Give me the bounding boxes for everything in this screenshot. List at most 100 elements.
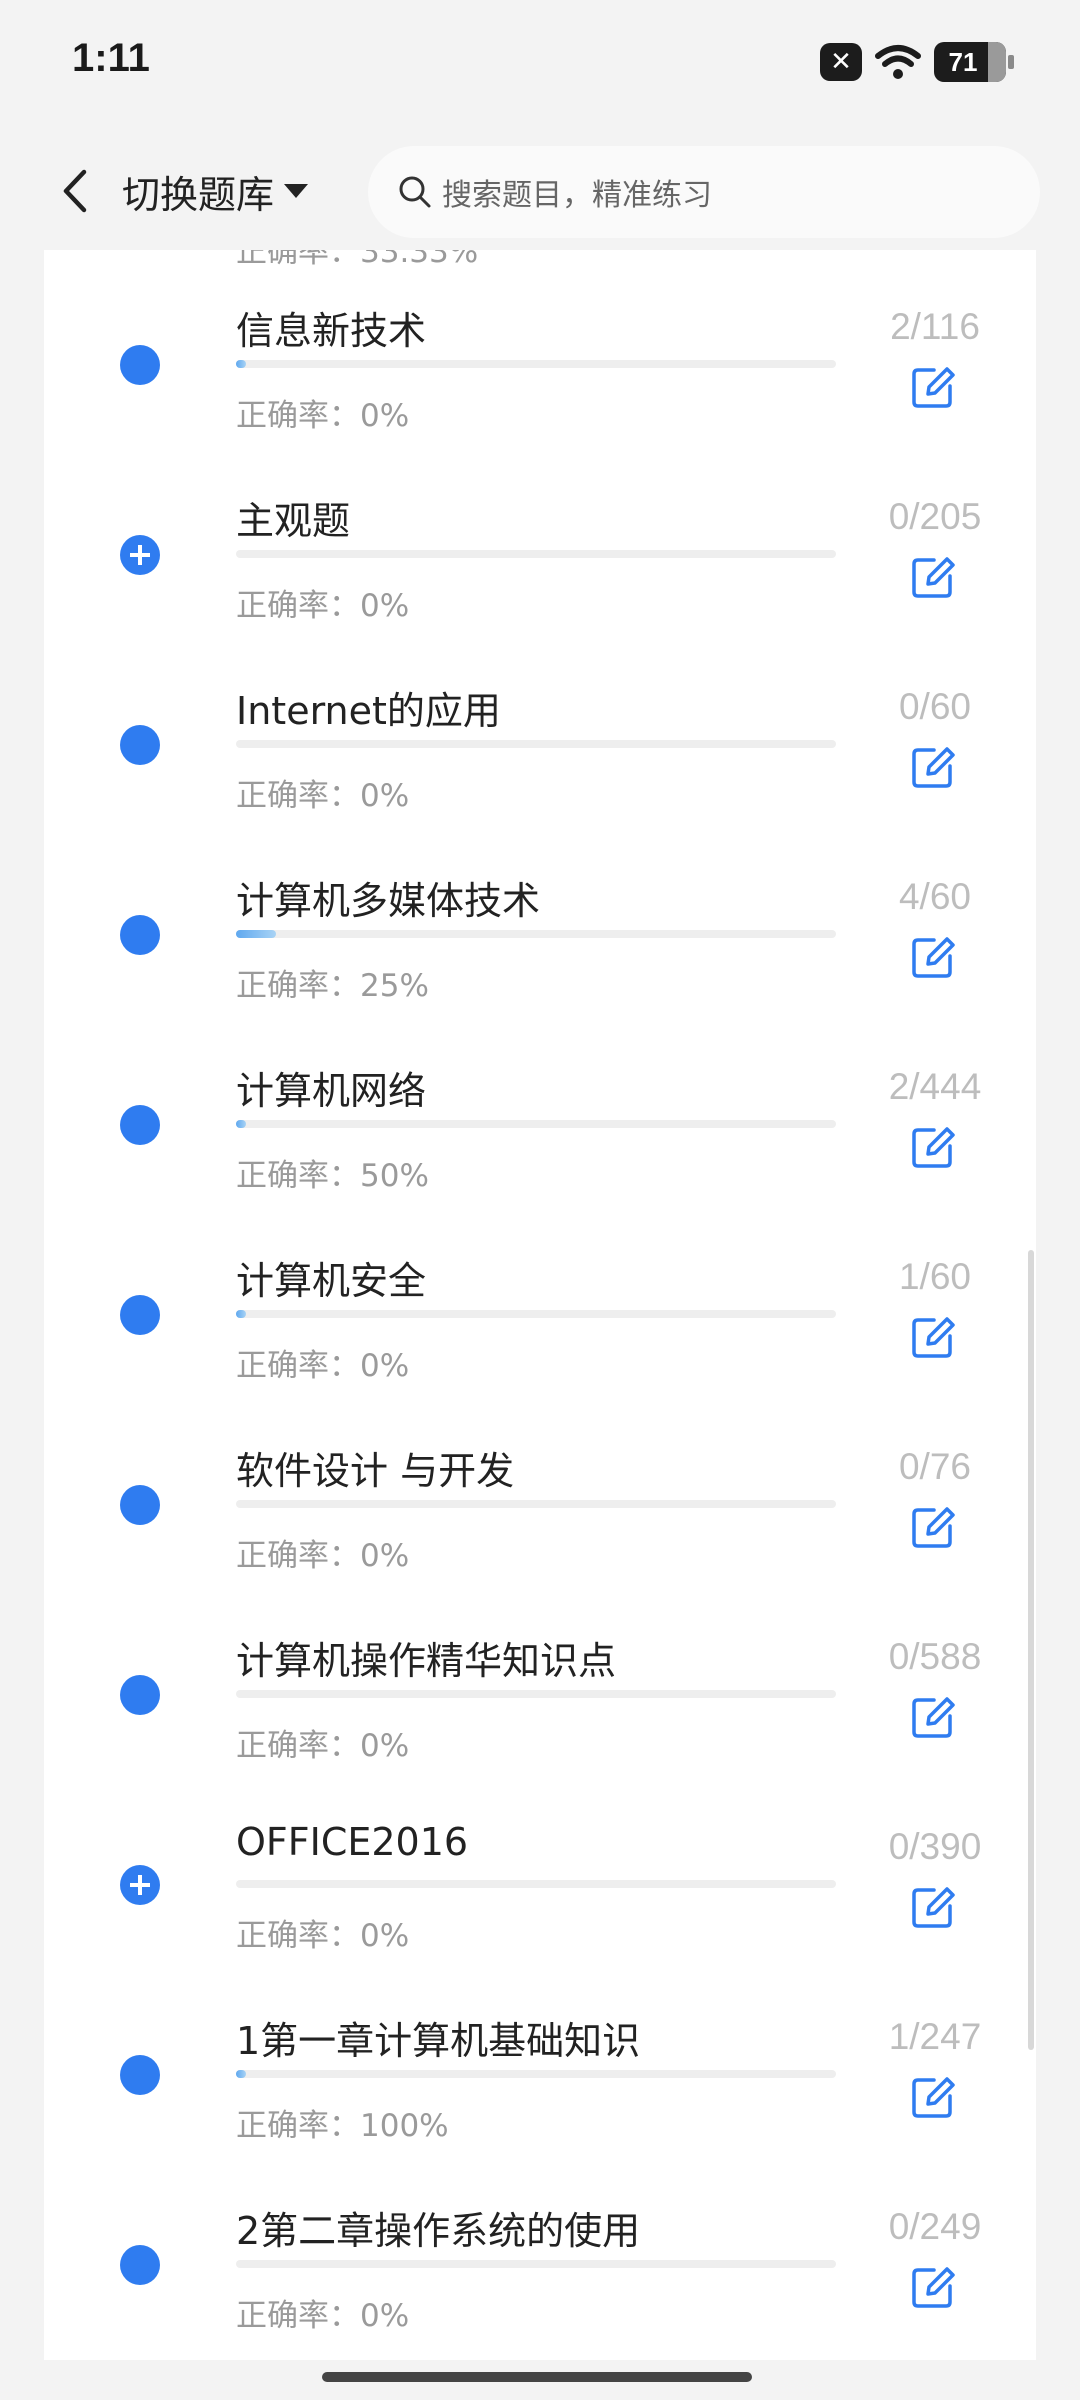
progress-bar bbox=[236, 360, 836, 368]
edit-practice-icon[interactable] bbox=[910, 1124, 956, 1170]
question-count: 1/60 bbox=[898, 1256, 971, 1297]
list-item[interactable]: 软件设计 与开发正确率：0% 0/76 bbox=[44, 1406, 1036, 1596]
battery-level: 71 bbox=[948, 46, 978, 77]
list-item[interactable]: 2第二章操作系统的使用正确率：0% 0/249 bbox=[44, 2166, 1036, 2356]
edit-practice-icon[interactable] bbox=[910, 364, 956, 410]
progress-bar bbox=[236, 1880, 836, 1888]
list-item[interactable]: 计算机操作精华知识点正确率：0% 0/588 bbox=[44, 1596, 1036, 1786]
progress-bar-fill bbox=[236, 2070, 246, 2078]
question-count: 0/249 bbox=[888, 2206, 982, 2247]
status-time: 1:11 bbox=[72, 36, 150, 80]
progress-bar-fill bbox=[236, 930, 277, 938]
edit-practice-icon[interactable] bbox=[910, 1504, 956, 1550]
chapter-title: 信息新技术 bbox=[236, 309, 427, 353]
scrollbar[interactable] bbox=[1028, 1250, 1034, 2050]
chapter-title: 2第二章操作系统的使用 bbox=[236, 2209, 641, 2253]
chapter-dot-icon bbox=[120, 1675, 160, 1715]
chapter-title: 计算机安全 bbox=[236, 1259, 427, 1303]
edit-practice-icon[interactable] bbox=[910, 2264, 956, 2310]
chapter-title: 计算机多媒体技术 bbox=[236, 879, 541, 923]
list-item[interactable]: Internet的应用正确率：0% 0/60 bbox=[44, 646, 1036, 836]
edit-practice-icon[interactable] bbox=[910, 1694, 956, 1740]
chapter-dot-icon bbox=[120, 725, 160, 765]
question-count: 0/76 bbox=[898, 1446, 971, 1487]
chapter-title: 计算机网络 bbox=[236, 1069, 427, 1113]
progress-bar bbox=[236, 1310, 836, 1318]
accuracy-text: 正确率：25% bbox=[236, 968, 429, 1004]
back-button[interactable] bbox=[40, 156, 110, 226]
chapter-dot-icon bbox=[120, 2055, 160, 2095]
chevron-left-icon bbox=[63, 169, 87, 213]
progress-bar bbox=[236, 930, 836, 938]
question-count: 1/247 bbox=[888, 2016, 982, 2057]
accuracy-text: 正确率：0% bbox=[236, 588, 410, 624]
accuracy-text: 正确率：100% bbox=[236, 2108, 449, 2144]
question-count: 4/60 bbox=[898, 876, 971, 917]
chapter-title: 主观题 bbox=[236, 499, 351, 543]
status-icons: ✕ 71 bbox=[820, 40, 1014, 84]
search-input[interactable]: 搜索题目，精准练习 bbox=[368, 146, 1040, 238]
chapter-title: 计算机操作精华知识点 bbox=[236, 1639, 617, 1683]
chapter-title: 1第一章计算机基础知识 bbox=[236, 2019, 641, 2063]
accuracy-text: 正确率：0% bbox=[236, 778, 410, 814]
chapter-list: 正确率：33.33% 信息新技术 正确率：0% 2/116 主观题 正确率：0% 0/20… bbox=[44, 250, 1036, 2360]
list-item[interactable]: 1第一章计算机基础知识正确率：100% 1/247 bbox=[44, 1976, 1036, 2166]
question-count: 2/444 bbox=[888, 1066, 982, 1107]
chapter-title: OFFICE2016 bbox=[236, 1820, 469, 1864]
progress-bar bbox=[236, 740, 836, 748]
question-count: 0/588 bbox=[888, 1636, 982, 1677]
chapter-title: 软件设计 与开发 bbox=[236, 1449, 515, 1493]
chapter-dot-icon bbox=[120, 1485, 160, 1525]
list-item[interactable]: 信息新技术 正确率：0% 2/116 bbox=[44, 266, 1036, 456]
expand-plus-icon[interactable] bbox=[120, 1865, 160, 1905]
switch-question-bank-button[interactable]: 切换题库 bbox=[122, 158, 309, 224]
edit-practice-icon[interactable] bbox=[910, 1884, 956, 1930]
edit-practice-icon[interactable] bbox=[910, 744, 956, 790]
home-indicator[interactable] bbox=[322, 2372, 752, 2382]
top-navigation-bar: 切换题库 搜索题目，精准练习 bbox=[0, 130, 1080, 250]
accuracy-text: 正确率：0% bbox=[236, 1348, 410, 1384]
progress-bar bbox=[236, 1500, 836, 1508]
list-item[interactable]: 计算机安全正确率：0% 1/60 bbox=[44, 1216, 1036, 1406]
accuracy-text: 正确率：0% bbox=[236, 2298, 410, 2334]
wifi-icon bbox=[875, 45, 921, 79]
progress-bar-fill bbox=[236, 360, 247, 368]
list-item[interactable]: OFFICE2016 正确率：0% 0/390 bbox=[44, 1786, 1036, 1976]
list-item[interactable]: 计算机网络正确率：50% 2/444 bbox=[44, 1026, 1036, 1216]
accuracy-text: 正确率：0% bbox=[236, 398, 410, 434]
chapter-title: Internet的应用 bbox=[236, 689, 501, 733]
progress-bar-fill bbox=[236, 1310, 247, 1318]
search-placeholder: 搜索题目，精准练习 bbox=[442, 178, 712, 213]
edit-practice-icon[interactable] bbox=[910, 934, 956, 980]
progress-bar-fill bbox=[236, 1120, 246, 1128]
chapter-dot-icon bbox=[120, 1105, 160, 1145]
progress-bar bbox=[236, 550, 836, 558]
accuracy-text: 正确率：50% bbox=[236, 1158, 429, 1194]
chapter-dot-icon bbox=[120, 2245, 160, 2285]
switch-question-bank-label: 切换题库 bbox=[122, 172, 275, 217]
battery-icon: 71 bbox=[934, 42, 1014, 82]
question-count: 0/205 bbox=[888, 496, 982, 537]
chapter-dot-icon bbox=[120, 1295, 160, 1335]
notification-x-icon: ✕ bbox=[820, 43, 862, 81]
caret-down-icon bbox=[284, 184, 309, 198]
status-bar: 1:11 ✕ 71 bbox=[0, 0, 1080, 130]
accuracy-text: 正确率：0% bbox=[236, 1728, 410, 1764]
progress-bar bbox=[236, 1690, 836, 1698]
progress-bar bbox=[236, 2260, 836, 2268]
progress-bar bbox=[236, 2070, 836, 2078]
progress-bar bbox=[236, 1120, 836, 1128]
edit-practice-icon[interactable] bbox=[910, 554, 956, 600]
expand-plus-icon[interactable] bbox=[120, 535, 160, 575]
chapter-dot-icon bbox=[120, 345, 160, 385]
question-count: 0/390 bbox=[888, 1826, 982, 1867]
edit-practice-icon[interactable] bbox=[910, 1314, 956, 1360]
list-item[interactable]: 计算机多媒体技术正确率：25% 4/60 bbox=[44, 836, 1036, 1026]
question-count: 0/60 bbox=[898, 686, 971, 727]
accuracy-text: 正确率：0% bbox=[236, 1918, 410, 1954]
search-icon bbox=[399, 176, 431, 208]
list-item[interactable]: 主观题正确率：0% 0/205 bbox=[44, 456, 1036, 646]
chapter-dot-icon bbox=[120, 915, 160, 955]
accuracy-text: 正确率：0% bbox=[236, 1538, 410, 1574]
edit-practice-icon[interactable] bbox=[910, 2074, 956, 2120]
